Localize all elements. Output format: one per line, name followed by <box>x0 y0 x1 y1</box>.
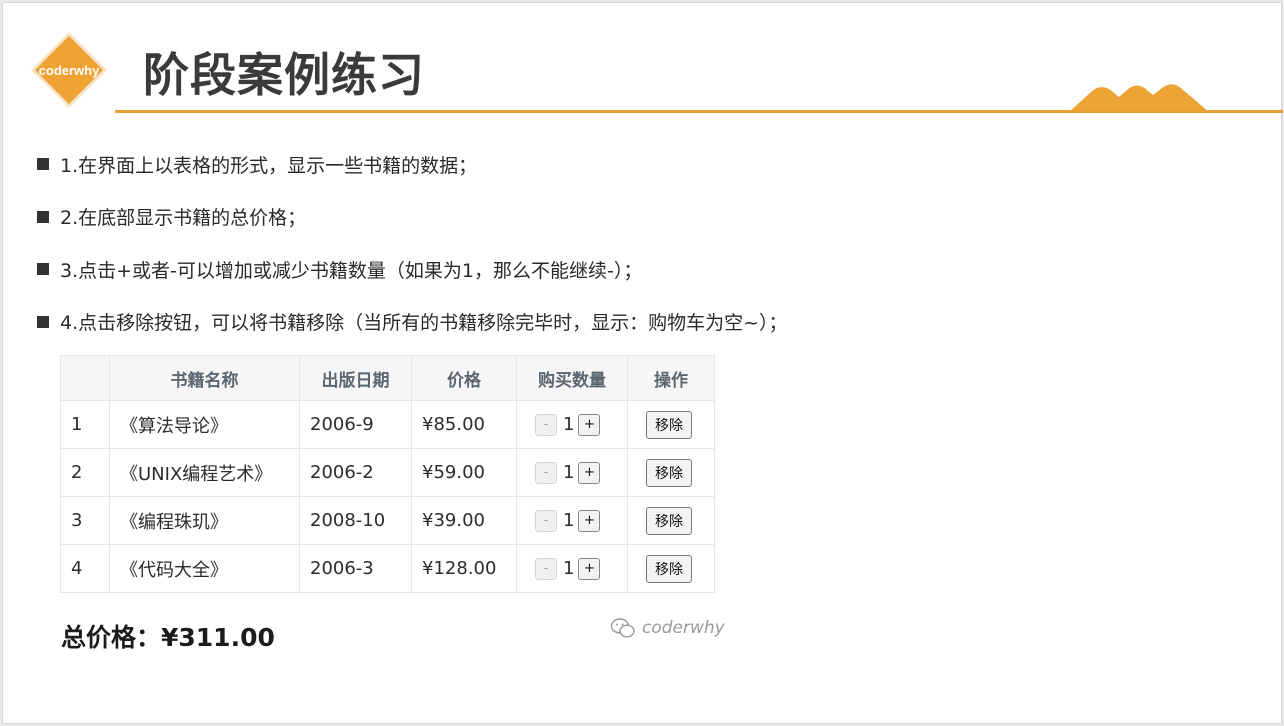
decrement-button[interactable]: - <box>535 461 557 484</box>
col-header-price: 价格 <box>411 355 517 401</box>
cell-name: 《算法导论》 <box>109 400 300 449</box>
cell-name: 《代码大全》 <box>109 544 300 593</box>
cell-action: 移除 <box>627 400 715 449</box>
remove-button[interactable]: 移除 <box>646 554 692 583</box>
table-row: 3 《编程珠玑》 2008-10 ¥39.00 - 1 + 移除 <box>60 496 715 545</box>
cell-date: 2006-9 <box>299 400 412 449</box>
cell-date: 2006-2 <box>299 448 412 497</box>
cell-action: 移除 <box>627 448 715 497</box>
cell-price: ¥85.00 <box>411 400 517 449</box>
remove-button[interactable]: 移除 <box>646 506 692 535</box>
watermark: coderwhy <box>610 617 725 639</box>
decrement-button[interactable]: - <box>535 509 557 532</box>
total-price: 总价格：¥311.00 <box>61 623 275 652</box>
bullet-square-icon <box>37 210 49 223</box>
cell-name: 《UNIX编程艺术》 <box>109 448 300 497</box>
list-item: 1.在界面上以表格的形式，显示一些书籍的数据； <box>37 151 788 177</box>
decrement-button[interactable]: - <box>535 413 557 436</box>
logo-text: coderwhy <box>38 62 100 78</box>
bullet-text: 2.在底部显示书籍的总价格； <box>60 207 307 229</box>
increment-button[interactable]: + <box>578 509 601 532</box>
decrement-button[interactable]: - <box>535 557 557 580</box>
bullet-text: 1.在界面上以表格的形式，显示一些书籍的数据； <box>60 154 478 177</box>
requirement-list: 1.在界面上以表格的形式，显示一些书籍的数据； 2.在底部显示书籍的总价格； 3… <box>37 151 788 361</box>
quantity-value: 1 <box>563 510 575 531</box>
cell-price: ¥59.00 <box>411 448 517 497</box>
bullet-text: 3.点击+或者-可以增加或减少书籍数量（如果为1，那么不能继续-）； <box>60 259 643 282</box>
list-item: 4.点击移除按钮，可以将书籍移除（当所有的书籍移除完毕时，显示：购物车为空~）； <box>37 309 788 335</box>
col-header-quantity: 购买数量 <box>516 355 628 401</box>
quantity-value: 1 <box>563 462 575 483</box>
bullet-square-icon <box>37 263 49 275</box>
page-title: 阶段案例练习 <box>143 48 425 102</box>
wechat-icon <box>610 618 635 638</box>
cell-quantity: - 1 + <box>516 496 628 545</box>
table-row: 2 《UNIX编程艺术》 2006-2 ¥59.00 - 1 + 移除 <box>60 448 715 497</box>
bullet-square-icon <box>37 158 49 170</box>
increment-button[interactable]: + <box>578 413 601 436</box>
cell-price: ¥128.00 <box>411 544 517 593</box>
table-row: 4 《代码大全》 2006-3 ¥128.00 - 1 + 移除 <box>60 544 715 593</box>
quantity-value: 1 <box>563 558 575 579</box>
watermark-text: coderwhy <box>642 618 725 638</box>
remove-button[interactable]: 移除 <box>646 410 692 439</box>
list-item: 2.在底部显示书籍的总价格； <box>37 204 788 230</box>
col-header-name: 书籍名称 <box>109 355 300 401</box>
col-header-index <box>60 355 110 401</box>
col-header-action: 操作 <box>627 355 715 401</box>
cell-action: 移除 <box>627 544 715 593</box>
cell-index: 3 <box>60 496 110 545</box>
cell-date: 2008-10 <box>299 496 412 545</box>
mountain-decoration-icon <box>1069 84 1209 112</box>
cell-index: 1 <box>60 400 110 449</box>
increment-button[interactable]: + <box>578 557 601 580</box>
cell-action: 移除 <box>627 496 715 545</box>
bullet-square-icon <box>37 315 49 328</box>
cell-index: 2 <box>60 448 110 497</box>
books-table: 书籍名称 出版日期 价格 购买数量 操作 1 《算法导论》 2006-9 ¥85… <box>60 355 715 593</box>
increment-button[interactable]: + <box>578 461 601 484</box>
quantity-value: 1 <box>563 414 575 435</box>
slide: coderwhy 阶段案例练习 1.在界面上以表格的形式，显示一些书籍的数据； … <box>2 2 1283 724</box>
cell-quantity: - 1 + <box>516 448 628 497</box>
list-item: 3.点击+或者-可以增加或减少书籍数量（如果为1，那么不能继续-）； <box>37 256 788 282</box>
cell-quantity: - 1 + <box>516 400 628 449</box>
header-divider <box>115 110 1283 113</box>
bullet-text: 4.点击移除按钮，可以将书籍移除（当所有的书籍移除完毕时，显示：购物车为空~）； <box>60 312 788 334</box>
table-header-row: 书籍名称 出版日期 价格 购买数量 操作 <box>60 355 715 401</box>
cell-name: 《编程珠玑》 <box>109 496 300 545</box>
col-header-date: 出版日期 <box>299 355 412 401</box>
remove-button[interactable]: 移除 <box>646 458 692 487</box>
table-row: 1 《算法导论》 2006-9 ¥85.00 - 1 + 移除 <box>60 400 715 449</box>
cell-quantity: - 1 + <box>516 544 628 593</box>
coderwhy-logo: coderwhy <box>30 31 108 109</box>
cell-price: ¥39.00 <box>411 496 517 545</box>
cell-index: 4 <box>60 544 110 593</box>
cell-date: 2006-3 <box>299 544 412 593</box>
